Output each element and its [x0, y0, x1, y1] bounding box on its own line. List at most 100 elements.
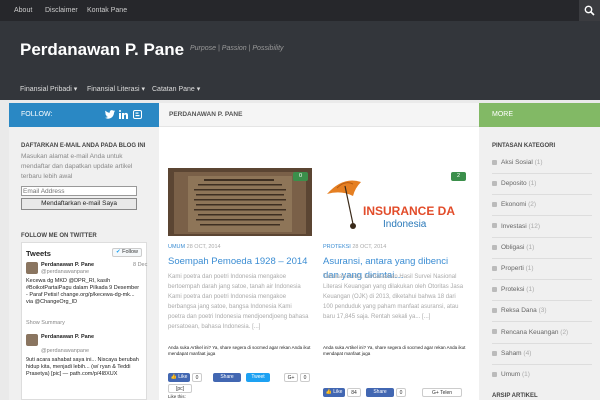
menu-finansial-literasi[interactable]: Finansial Literasi ▾ — [87, 80, 145, 100]
category-divider — [492, 363, 592, 365]
main-navigation: Finansial Pribadi ▾ Finansial Literasi ▾… — [0, 80, 600, 100]
category-count: (2) — [528, 201, 537, 209]
tweet-author-handle[interactable]: @perdanawanpane — [41, 348, 89, 354]
category-item[interactable]: Investasi (12) — [492, 223, 540, 230]
menu-finansial-pribadi[interactable]: Finansial Pribadi ▾ — [20, 80, 77, 100]
blogger-icon[interactable] — [133, 110, 142, 119]
folder-icon — [492, 329, 497, 335]
folder-icon — [492, 286, 497, 292]
category-count: (2) — [560, 328, 569, 336]
post-category[interactable]: UMUM — [168, 244, 185, 250]
category-name: Rencana Keuangan — [501, 328, 559, 336]
post-thumbnail-asuransi[interactable]: INSURANCE DA Indonesia — [323, 168, 467, 236]
tweet-text: Kecewa dg MKD @DPR_RI, kasih #BoikotPart… — [26, 278, 140, 305]
categories-heading: PINTASAN KATEGORI — [492, 143, 556, 149]
category-divider — [492, 173, 592, 174]
category-name: Umum — [501, 371, 521, 378]
tweet-button[interactable]: Tweet — [246, 373, 270, 382]
nav-link-about[interactable]: About — [14, 0, 32, 21]
subscribe-description: Masukan alamat e-mail Anda untuk mendaft… — [21, 153, 133, 180]
post-meta: PROTEKSI 28 OCT, 2014 — [323, 244, 386, 250]
top-navigation-bar: About Disclaimer Kontak Pane — [0, 0, 600, 21]
tweet-text: 9uti acara sahabat saya ini... Niscaya b… — [26, 357, 139, 377]
category-item[interactable]: Umum (1) — [492, 371, 530, 378]
category-item[interactable]: Obligasi (1) — [492, 244, 534, 251]
tweet-summary-link[interactable]: Show Summary — [26, 320, 65, 326]
tweet-author-name[interactable]: Perdanawan P. Pane — [41, 334, 94, 340]
category-count: (1) — [526, 243, 535, 251]
folder-icon — [492, 371, 497, 377]
like-this-label: Like this: — [168, 394, 186, 399]
tweet-date[interactable]: 8 Dec — [133, 262, 147, 268]
folder-icon — [492, 159, 497, 165]
page-title: PERDANAWAN P. PANE — [169, 111, 243, 118]
category-item[interactable]: Ekonomi (2) — [492, 201, 536, 208]
more-label: MORE — [492, 111, 513, 118]
category-divider — [492, 321, 592, 323]
thumbnail-subheadline: Indonesia — [383, 219, 427, 230]
twitter-heading: FOLLOW ME ON TWITTER — [21, 233, 97, 239]
subscribe-heading: DAFTARKAN E-MAIL ANDA PADA BLOG INI — [21, 143, 146, 149]
category-divider — [492, 194, 592, 196]
facebook-like-button[interactable]: 👍 Like — [168, 373, 190, 382]
post-title[interactable]: Soempah Pemoeda 1928 – 2014 — [168, 255, 316, 269]
category-item[interactable]: Rencana Keuangan (2) — [492, 329, 568, 336]
nav-link-kontak[interactable]: Kontak Pane — [87, 0, 127, 21]
tumblr-share-button[interactable]: [pc] — [168, 384, 192, 393]
comment-count-badge[interactable]: 2 — [451, 172, 466, 181]
category-name: Saham — [501, 349, 522, 357]
twitter-follow-button[interactable]: ✔ Follow — [112, 248, 142, 257]
twitter-timeline-title: Tweets — [26, 249, 51, 258]
category-count: (1) — [528, 180, 537, 188]
thumbs-up-icon: 👍 — [170, 374, 177, 380]
category-name: Properti — [501, 265, 524, 272]
site-tagline: Purpose | Passion | Possibility — [190, 45, 284, 52]
post-category[interactable]: PROTEKSI — [323, 244, 351, 250]
folder-icon — [492, 265, 497, 271]
category-divider — [492, 236, 592, 238]
menu-catatan-pane[interactable]: Catatan Pane ▾ — [152, 80, 200, 100]
google-plus-button[interactable]: G+ — [284, 373, 298, 382]
share-button[interactable]: Share — [366, 388, 394, 397]
post-thumbnail-soempah-pemoeda[interactable] — [168, 168, 312, 236]
category-item[interactable]: Reksa Dana (3) — [492, 307, 547, 314]
category-divider — [492, 300, 592, 302]
nav-link-disclaimer[interactable]: Disclaimer — [45, 0, 78, 21]
follow-label: FOLLOW: — [21, 111, 53, 118]
tweet-author-name[interactable]: Perdanawan P. Pane — [41, 262, 94, 268]
category-item[interactable]: Proteksi (1) — [492, 286, 534, 293]
tweet-author-handle[interactable]: @perdanawanpane — [41, 269, 89, 275]
facebook-like-button[interactable]: 👍 Like — [323, 388, 345, 397]
category-name: Aksi Sosial — [501, 159, 533, 166]
comment-count-badge[interactable]: 0 — [293, 172, 308, 181]
avatar[interactable] — [26, 262, 38, 274]
post-date: 28 OCT, 2014 — [186, 244, 221, 250]
category-divider — [492, 257, 592, 259]
category-item[interactable]: Properti (1) — [492, 265, 534, 272]
subscribe-button[interactable]: Mendaftarkan e-mail Saya — [21, 198, 137, 210]
linkedin-icon[interactable] — [119, 110, 128, 119]
folder-icon — [492, 223, 497, 229]
twitter-icon[interactable] — [105, 110, 115, 119]
thumbnail-headline: INSURANCE DA — [363, 204, 456, 218]
search-button[interactable] — [579, 0, 600, 21]
category-item[interactable]: Saham (4) — [492, 350, 531, 357]
google-plus-button[interactable]: G+ Telen — [422, 388, 462, 397]
category-name: Reksa Dana — [501, 307, 537, 315]
category-divider — [492, 342, 592, 344]
category-divider — [492, 279, 592, 280]
category-name: Obligasi — [501, 243, 525, 251]
like-count: 84 — [347, 388, 361, 397]
thumbs-up-icon: 👍 — [325, 389, 332, 395]
email-input[interactable] — [21, 186, 137, 196]
share-prompt: Anda suka Artikel ini? Ya, share segera … — [323, 345, 466, 356]
share-button[interactable]: Share — [213, 373, 241, 382]
category-item[interactable]: Deposito (1) — [492, 180, 536, 187]
search-icon — [584, 5, 595, 16]
category-count: (3) — [538, 307, 547, 315]
site-title[interactable]: Perdanawan P. Pane — [20, 40, 184, 60]
avatar[interactable] — [26, 334, 38, 346]
folder-icon — [492, 350, 497, 356]
category-item[interactable]: Aksi Sosial (1) — [492, 159, 543, 166]
document-photo — [168, 168, 312, 236]
